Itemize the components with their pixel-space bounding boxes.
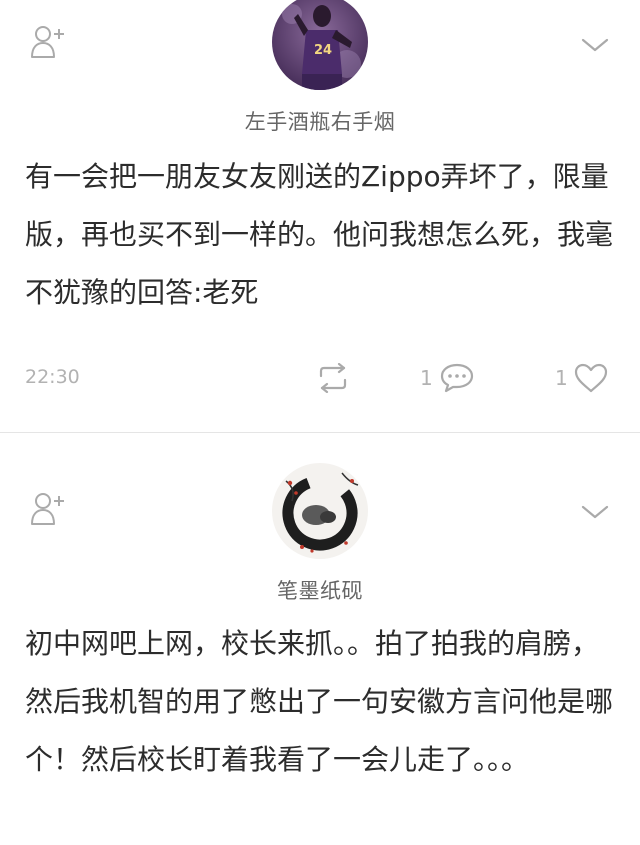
add-user-icon bbox=[31, 26, 64, 58]
svg-text:24: 24 bbox=[314, 43, 332, 58]
basketball-player-avatar: 24 bbox=[272, 0, 368, 90]
comment-count: 1 bbox=[420, 366, 433, 390]
avatar[interactable] bbox=[272, 463, 368, 559]
post-time: 22:30 bbox=[25, 366, 80, 388]
more-options-button[interactable] bbox=[580, 30, 610, 60]
like-count: 1 bbox=[555, 366, 568, 390]
comment-icon bbox=[440, 363, 473, 393]
username[interactable]: 笔墨纸砚 bbox=[0, 575, 640, 605]
repost-icon bbox=[319, 363, 347, 393]
post-card: 24 左手酒瓶右手烟 有一会把一朋友女友刚送的Zippo弄坏了，限量版，再也买不… bbox=[0, 0, 640, 432]
post-feed: 24 左手酒瓶右手烟 有一会把一朋友女友刚送的Zippo弄坏了，限量版，再也买不… bbox=[0, 0, 640, 845]
add-user-icon bbox=[31, 493, 64, 525]
ink-painting-avatar bbox=[272, 463, 368, 559]
follow-button[interactable] bbox=[28, 22, 68, 62]
username[interactable]: 左手酒瓶右手烟 bbox=[0, 106, 640, 136]
follow-button[interactable] bbox=[28, 489, 68, 529]
repost-button[interactable] bbox=[316, 358, 350, 398]
chevron-down-icon bbox=[581, 505, 609, 519]
chevron-down-icon bbox=[581, 38, 609, 52]
like-button[interactable]: 1 bbox=[555, 358, 608, 398]
more-options-button[interactable] bbox=[580, 497, 610, 527]
avatar[interactable]: 24 bbox=[272, 0, 368, 90]
post-meta: 22:30 1 1 bbox=[0, 358, 640, 398]
post-content: 初中网吧上网，校长来抓。。拍了拍我的肩膀，然后我机智的用了憋出了一句安徽方言问他… bbox=[25, 627, 614, 776]
heart-icon bbox=[574, 363, 607, 393]
post-card: 笔墨纸砚 初中网吧上网，校长来抓。。拍了拍我的肩膀，然后我机智的用了憋出了一句安… bbox=[0, 432, 640, 845]
comment-button[interactable]: 1 bbox=[420, 358, 475, 398]
post-content: 有一会把一朋友女友刚送的Zippo弄坏了，限量版，再也买不到一样的。他问我想怎么… bbox=[25, 160, 614, 309]
